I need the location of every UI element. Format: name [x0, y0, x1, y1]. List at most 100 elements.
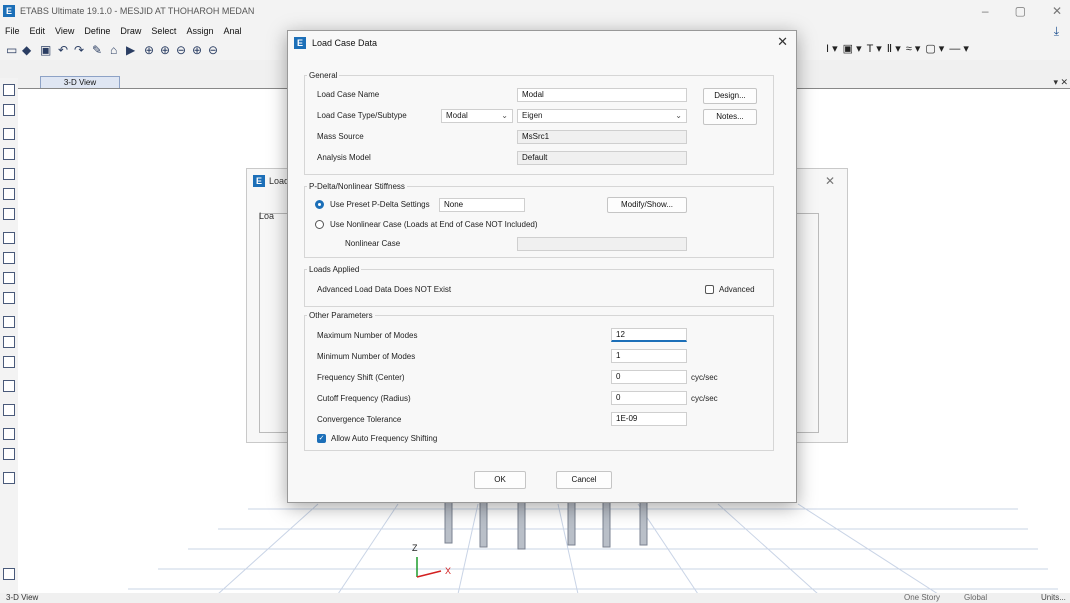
load-case-subtype-select[interactable]: Eigen ⌄ [517, 109, 687, 123]
advanced-checkbox[interactable] [705, 285, 714, 294]
floor-grid [128, 503, 1058, 595]
max-modes-label: Maximum Number of Modes [317, 331, 418, 340]
download-icon[interactable]: ⤓ [1049, 24, 1064, 39]
background-dialog-sub: Loa [259, 211, 275, 221]
pencil-icon[interactable]: ✎ [92, 43, 102, 57]
draw-point-icon[interactable] [3, 356, 15, 368]
menu-file[interactable]: File [0, 26, 25, 36]
menu-define[interactable]: Define [79, 26, 115, 36]
nonlinear-case-label: Nonlinear Case [345, 239, 401, 248]
auto-frequency-shifting-checkbox[interactable]: ✓ [317, 434, 326, 443]
max-modes-input[interactable]: 12 [611, 328, 687, 342]
menu-select[interactable]: Select [146, 26, 181, 36]
ok-button[interactable]: OK [474, 471, 526, 489]
auto-frequency-shifting-label: Allow Auto Frequency Shifting [331, 434, 438, 443]
draw-section-cut-icon[interactable] [3, 472, 15, 484]
run-icon[interactable]: ▶ [126, 43, 135, 57]
axis-z-label: Z [412, 543, 418, 553]
design-button[interactable]: Design... [703, 88, 757, 104]
wall-icon[interactable]: ▢ ▾ [925, 42, 944, 55]
cutoff-frequency-label: Cutoff Frequency (Radius) [317, 394, 411, 403]
new-model-icon[interactable]: ▭ [6, 43, 17, 57]
column-icon[interactable]: Ⅱ ▾ [887, 42, 901, 55]
left-toolbar [0, 78, 18, 593]
zoom-in-icon[interactable]: ⊕ [160, 43, 170, 57]
view-tab[interactable]: 3-D View [40, 76, 120, 88]
chevron-down-icon: ⌄ [501, 111, 508, 120]
draw-grid-icon[interactable] [3, 404, 15, 416]
coordinate-system-select[interactable]: Global [964, 593, 987, 602]
load-case-type-select[interactable]: Modal ⌄ [441, 109, 513, 123]
section-i-icon[interactable]: I ▾ [826, 42, 838, 55]
open-icon[interactable]: ◆ [22, 43, 31, 57]
draw-column-icon[interactable] [3, 168, 15, 180]
modify-show-button[interactable]: Modify/Show... [607, 197, 687, 213]
load-case-name-input[interactable]: Modal [517, 88, 687, 102]
min-modes-input[interactable]: 1 [611, 349, 687, 363]
draw-area-icon[interactable] [3, 292, 15, 304]
frequency-shift-label: Frequency Shift (Center) [317, 373, 405, 382]
slab-icon[interactable]: ▣ ▾ [843, 42, 862, 55]
restore-icon[interactable]: ▢ [1015, 4, 1026, 18]
reshape-icon[interactable] [3, 104, 15, 116]
frequency-shift-unit: cyc/sec [691, 373, 718, 382]
zoom-out-icon[interactable]: ⊖ [176, 43, 186, 57]
cutoff-frequency-unit: cyc/sec [691, 394, 718, 403]
draw-opening-icon[interactable] [3, 272, 15, 284]
mass-source-field[interactable]: MsSrc1 [517, 130, 687, 144]
menu-analyze[interactable]: Anal [218, 26, 246, 36]
beam-t-icon[interactable]: T ▾ [867, 42, 882, 55]
draw-ramp-icon[interactable] [3, 336, 15, 348]
line-icon[interactable]: — ▾ [949, 42, 969, 55]
zoom-extents-icon[interactable]: ⊕ [192, 43, 202, 57]
loads-applied-group: Loads Applied Advanced Load Data Does NO… [304, 265, 774, 307]
nonlinear-case-field[interactable] [517, 237, 687, 251]
etabs-app-icon: E [3, 5, 15, 17]
dialog-close-icon[interactable]: ✕ [777, 34, 788, 50]
nonlinear-case-radio[interactable] [315, 220, 324, 229]
view-pin-close-icon[interactable]: ▾ ✕ [1053, 77, 1068, 88]
pointer-icon[interactable] [3, 84, 15, 96]
menu-view[interactable]: View [50, 26, 79, 36]
lock-icon[interactable]: ⌂ [110, 43, 117, 57]
brace-icon[interactable]: ≈ ▾ [906, 42, 921, 55]
nonlinear-case-option-label: Use Nonlinear Case (Loads at End of Case… [330, 220, 538, 229]
draw-stair-icon[interactable] [3, 316, 15, 328]
convergence-tolerance-label: Convergence Tolerance [317, 415, 402, 424]
draw-line-icon[interactable] [3, 128, 15, 140]
draw-dimension-icon[interactable] [3, 428, 15, 440]
close-icon[interactable]: ✕ [1052, 4, 1062, 18]
zoom-previous-icon[interactable]: ⊖ [208, 43, 218, 57]
units-button[interactable]: Units... [1041, 593, 1066, 602]
save-icon[interactable]: ▣ [40, 43, 51, 57]
draw-brace-icon[interactable] [3, 188, 15, 200]
menu-draw[interactable]: Draw [115, 26, 146, 36]
notes-button[interactable]: Notes... [703, 109, 757, 125]
background-close-icon[interactable]: ✕ [825, 174, 835, 188]
preset-pdelta-value[interactable]: None [439, 198, 525, 212]
analysis-model-field[interactable]: Default [517, 151, 687, 165]
load-case-name-label: Load Case Name [317, 90, 380, 99]
undo-icon[interactable]: ↶ [58, 43, 68, 57]
axis-triad: Z X [412, 543, 451, 578]
select-all-icon[interactable] [3, 568, 15, 580]
minimize-icon[interactable]: – [982, 4, 989, 18]
advanced-label: Advanced [719, 285, 755, 294]
redo-icon[interactable]: ↷ [74, 43, 84, 57]
cancel-button[interactable]: Cancel [556, 471, 612, 489]
zoom-window-icon[interactable]: ⊕ [144, 43, 154, 57]
draw-cross-icon[interactable] [3, 208, 15, 220]
menu-assign[interactable]: Assign [181, 26, 218, 36]
story-select[interactable]: One Story [904, 593, 940, 602]
draw-slab-icon[interactable] [3, 252, 15, 264]
general-group: General Load Case Name Modal Design... L… [304, 71, 774, 175]
cutoff-frequency-input[interactable]: 0 [611, 391, 687, 405]
draw-curve-icon[interactable] [3, 448, 15, 460]
draw-link-icon[interactable] [3, 380, 15, 392]
convergence-tolerance-input[interactable]: 1E-09 [611, 412, 687, 426]
preset-pdelta-radio[interactable] [315, 200, 324, 209]
frequency-shift-input[interactable]: 0 [611, 370, 687, 384]
menu-edit[interactable]: Edit [25, 26, 51, 36]
draw-beam-icon[interactable] [3, 148, 15, 160]
draw-wall-icon[interactable] [3, 232, 15, 244]
